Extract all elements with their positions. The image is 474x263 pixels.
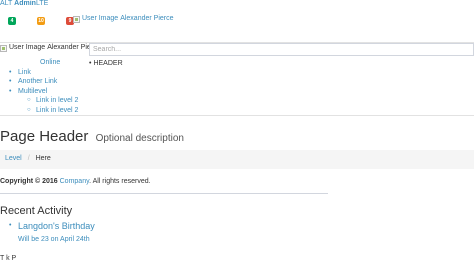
sidebar-item-link-label: Link (18, 69, 31, 76)
sidebar-user-image-icon (0, 44, 7, 52)
sidebar-item-link[interactable]: Link (9, 69, 78, 78)
bottom-partial-text: T k P (0, 255, 17, 262)
sidebar-user-panel: User Image Alexander Pierce (0, 44, 101, 52)
logo-main: Admin (14, 0, 36, 7)
sidebar-menu: Link Another Link Multilevel Link in lev… (9, 69, 78, 117)
submenu-item-label-second: Link in level 2 (36, 106, 79, 114)
sidebar-user-image-alt: User Image (9, 44, 46, 51)
sidebar-search (89, 43, 474, 56)
header-user-name: Alexander Pierce (120, 15, 174, 22)
search-input[interactable] (90, 44, 473, 55)
submenu-item-level-2-second[interactable]: Link in level 2 (9, 107, 78, 117)
submenu-item-level-2-first[interactable]: Link in level 2 (9, 97, 78, 107)
logo[interactable]: ALT AdminLTE (0, 0, 48, 8)
submenu-item-label-first: Link in level 2 (36, 96, 79, 104)
notifications-menu[interactable]: 10 (37, 17, 55, 27)
sidebar-item-multilevel-label: Multilevel (18, 87, 48, 95)
multilevel-submenu: Link in level 2 Link in level 2 (9, 97, 78, 117)
breadcrumb-separator: / (27, 155, 30, 162)
content-header: Page Header Optional description (0, 128, 474, 148)
recent-activity-title: Langdon's Birthday (18, 221, 95, 231)
sidebar-item-multilevel[interactable]: Multilevel (9, 88, 78, 97)
footer-copyright-prefix: Copyright © 2016 (0, 178, 58, 185)
sidebar-item-another-link-label: Another Link (18, 78, 58, 86)
header-user-menu[interactable]: User Image Alexander Pierce (73, 15, 174, 23)
footer-company-link[interactable]: Company (60, 178, 89, 185)
page-description: Optional description (95, 133, 184, 144)
menu-header: HEADER (89, 60, 122, 68)
breadcrumb: Level / Here (0, 150, 474, 169)
recent-activity-item[interactable]: Langdon's Birthday Will be 23 on April 2… (9, 221, 95, 244)
recent-activity-list: Langdon's Birthday Will be 23 on April 2… (9, 221, 95, 244)
logo-suffix: LTE (35, 0, 49, 7)
page-title-text: Page Header (0, 128, 89, 145)
sidebar-item-another-link[interactable]: Another Link (9, 78, 78, 87)
header-user-image-alt: User Image (82, 15, 119, 22)
breadcrumb-current: Here (35, 155, 51, 162)
footer-copyright: Copyright © 2016 Company. All rights res… (0, 178, 151, 186)
logo-prefix: ALT (0, 0, 13, 7)
notifications-count-badge: 10 (37, 17, 45, 25)
messages-menu[interactable]: 4 (8, 17, 26, 27)
sidebar-user-status[interactable]: Online (40, 59, 60, 67)
breadcrumb-level-link[interactable]: Level (5, 155, 22, 162)
footer-rights: . All rights reserved. (89, 178, 151, 185)
user-image-icon (73, 15, 80, 23)
recent-activity-subtitle: Will be 23 on April 24th (18, 236, 90, 243)
messages-count-badge: 4 (8, 17, 16, 25)
sidebar-submenu: Link in level 2 Link in level 2 (9, 97, 78, 117)
recent-activity-heading: Recent Activity (0, 205, 73, 217)
footer: Copyright © 2016 Company. All rights res… (0, 174, 328, 194)
page-title: Page Header Optional description (0, 128, 184, 146)
